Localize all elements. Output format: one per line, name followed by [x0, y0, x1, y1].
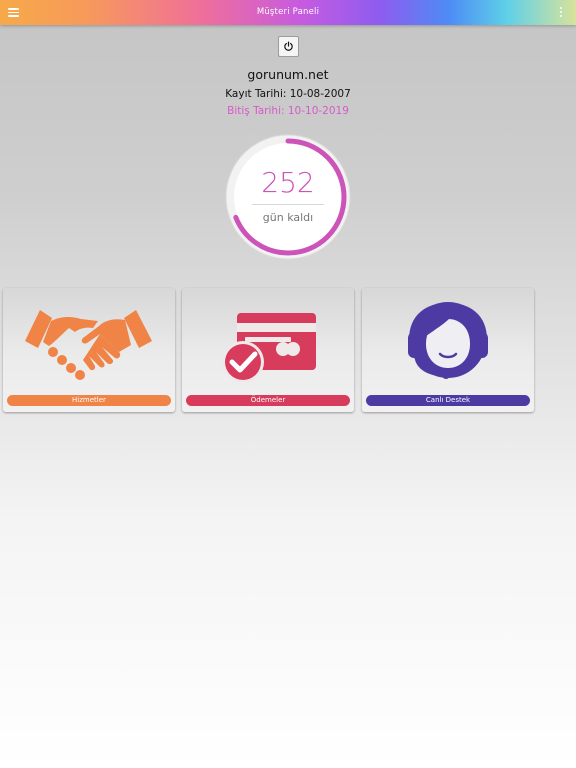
live-support-card[interactable]: Canlı Destek: [362, 288, 534, 412]
expiry-date: Bitiş Tarihi: 10-10-2019: [227, 105, 349, 117]
more-vertical-icon[interactable]: [559, 7, 563, 19]
domain-name: gorunum.net: [247, 67, 329, 82]
support-headset-icon: [408, 302, 488, 379]
header-title: Müşteri Paneli: [256, 7, 320, 17]
registration-date: Kayıt Tarihi: 10-08-2007: [225, 88, 351, 100]
payments-card[interactable]: Ödemeler: [182, 288, 354, 412]
app-header: Müşteri Paneli: [0, 0, 576, 25]
payments-label: Ödemeler: [186, 395, 350, 406]
services-label: Hizmetler: [7, 395, 171, 406]
days-remaining-label: gün kaldı: [262, 211, 314, 224]
power-icon: [284, 41, 293, 51]
days-divider: [252, 204, 324, 205]
days-remaining-count: 252: [261, 166, 315, 199]
credit-card-check-icon: [222, 313, 316, 383]
live-support-label: Canlı Destek: [366, 395, 530, 406]
services-card[interactable]: Hizmetler: [3, 288, 175, 412]
handshake-icon: [25, 310, 152, 380]
power-button[interactable]: [278, 36, 299, 57]
